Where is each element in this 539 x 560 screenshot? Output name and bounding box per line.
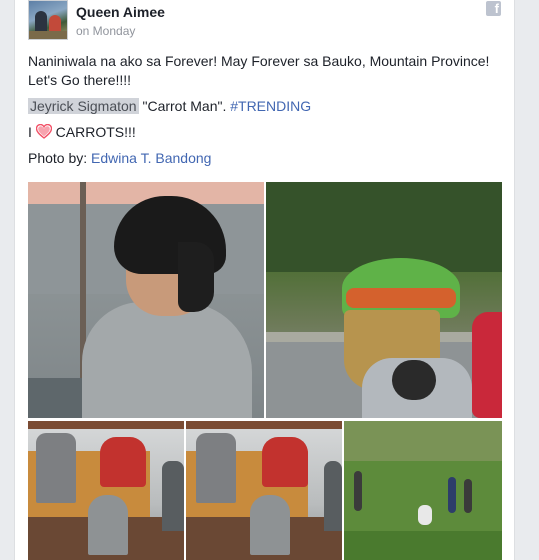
post-text: Naniniwala na ako sa Forever! May Foreve… (28, 52, 508, 175)
nickname-text: "Carrot Man". (138, 98, 231, 114)
photo-boy-portrait[interactable] (28, 182, 264, 418)
photo-carrying-basket[interactable] (266, 182, 502, 418)
photographer-link[interactable]: Edwina T. Bandong (91, 150, 211, 166)
post-card: Queen Aimee on Monday f Naniniwala na ak… (14, 0, 515, 560)
tagged-person[interactable]: Jeyrick Sigmaton (28, 98, 139, 114)
hashtag-link[interactable]: #TRENDING (230, 98, 311, 114)
post-line-3: I CARROTS!!! (28, 124, 136, 140)
post-line-2: Jeyrick Sigmaton "Carrot Man". #TRENDING (28, 97, 508, 116)
post-timestamp[interactable]: on Monday (76, 24, 135, 38)
facebook-icon: f (486, 1, 501, 16)
author-avatar[interactable] (28, 0, 68, 40)
heart-icon (35, 124, 52, 139)
author-name[interactable]: Queen Aimee (76, 4, 165, 20)
photo-carrot-field[interactable] (344, 421, 502, 560)
post-line-4: Photo by: Edwina T. Bandong (28, 150, 212, 166)
photo-truck-unloading-2[interactable] (186, 421, 342, 560)
feed-page: Queen Aimee on Monday f Naniniwala na ak… (0, 0, 539, 560)
post-line-1: Naniniwala na ako sa Forever! May Foreve… (28, 53, 490, 88)
photo-truck-unloading-1[interactable] (28, 421, 184, 560)
